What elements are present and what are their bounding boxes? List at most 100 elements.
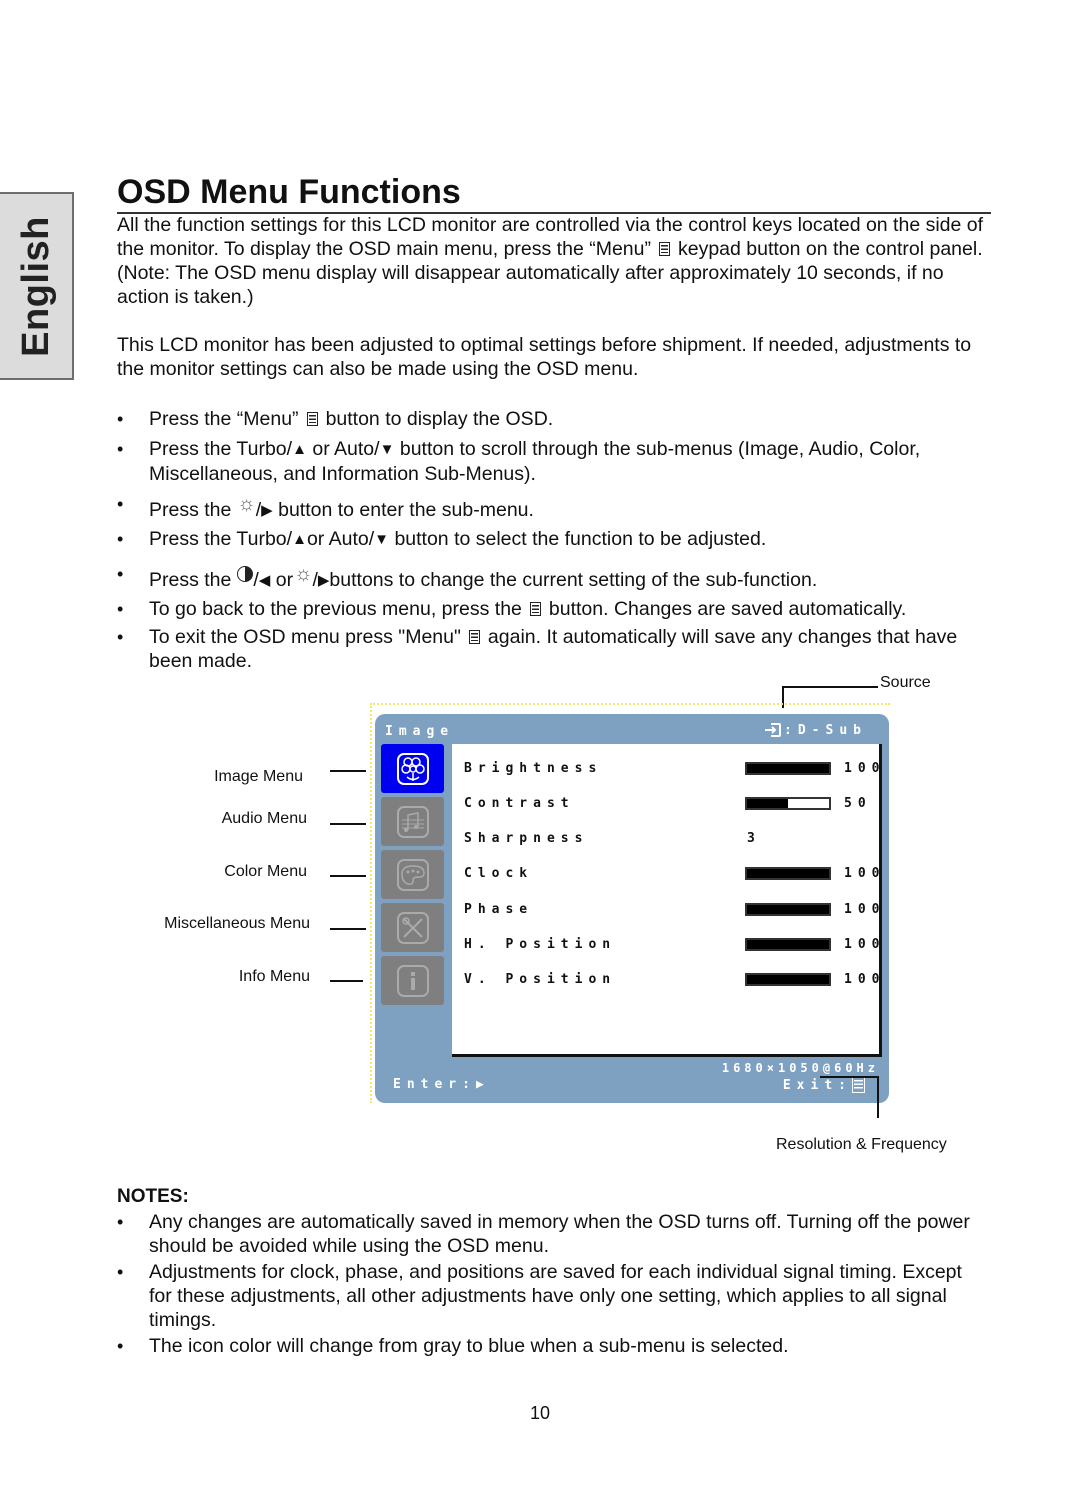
- setting-value: 100: [844, 937, 886, 952]
- setting-name: Brightness: [464, 760, 603, 776]
- list-item: To exit the OSD menu press "Menu"again. …: [117, 625, 997, 673]
- intro-paragraph: All the function settings for this LCD m…: [117, 213, 987, 309]
- up-arrow-icon: ▲: [292, 441, 307, 458]
- down-arrow-icon: ▼: [379, 441, 395, 458]
- page-number: 10: [529, 1403, 551, 1423]
- slider-fill: [747, 798, 788, 808]
- osd-menu: Image :D-Sub Brightness 100 Contrast 50 …: [375, 714, 889, 1103]
- setting-slider[interactable]: [745, 796, 831, 810]
- enter-arrow-icon: ▶: [475, 1077, 484, 1092]
- setting-slider[interactable]: [745, 902, 831, 916]
- image-menu-callout: Image Menu: [214, 768, 303, 785]
- setting-value: 100: [844, 866, 886, 882]
- notes-heading: NOTES:: [117, 1186, 189, 1207]
- image-menu-icon: [396, 752, 429, 785]
- setting-name: H. Position: [464, 937, 617, 952]
- list-item: Press the Turbo/▲ or Auto/▼ button to sc…: [117, 437, 997, 486]
- list-item: Press the Turbo/▲or Auto/▼ button to sel…: [117, 527, 997, 552]
- right-arrow-icon: ▶: [317, 572, 330, 589]
- callout-line: [330, 928, 366, 930]
- callout-line: [330, 875, 366, 877]
- setting-slider[interactable]: [745, 938, 831, 951]
- notes-list: Any changes are automatically saved in m…: [117, 1210, 987, 1360]
- contrast-half-circle-icon: [237, 566, 254, 582]
- osd-settings-panel: Brightness 100 Contrast 50 Sharpness 3 Clock 10…: [452, 744, 882, 1057]
- info-menu-button[interactable]: [381, 956, 444, 1005]
- slider-fill: [747, 869, 829, 879]
- misc-menu-button[interactable]: [381, 903, 444, 952]
- left-arrow-icon: ◀: [258, 572, 271, 589]
- audio-menu-button[interactable]: [381, 797, 444, 846]
- color-menu-icon: [396, 858, 429, 891]
- setting-slider[interactable]: [745, 761, 831, 775]
- menu-button-icon: [529, 602, 541, 616]
- setting-value: 100: [844, 760, 886, 776]
- osd-setting-row[interactable]: H. Position 100: [464, 935, 879, 955]
- language-label: English: [14, 215, 57, 357]
- brightness-sun-icon: ☼: [294, 563, 313, 585]
- osd-setting-row[interactable]: V. Position 100: [464, 970, 879, 990]
- osd-header-title: Image: [385, 724, 455, 739]
- misc-menu-icon: [396, 911, 429, 944]
- source-callout-line: [782, 686, 878, 688]
- setting-value: 100: [844, 901, 886, 917]
- setting-value: 100: [844, 972, 886, 988]
- list-item: To go back to the previous menu, press t…: [117, 597, 997, 621]
- slider-fill: [747, 975, 829, 985]
- list-item: Press the☼/▶ button to enter the sub-men…: [117, 492, 997, 523]
- up-arrow-icon: ▲: [292, 531, 307, 548]
- osd-setting-row[interactable]: Brightness 100: [464, 758, 879, 778]
- callout-line: [330, 980, 363, 982]
- instruction-list: Press the “Menu”button to display the OS…: [117, 407, 997, 677]
- setting-slider[interactable]: [745, 867, 831, 881]
- slider-fill: [747, 763, 829, 773]
- page-title: OSD Menu Functions: [117, 172, 991, 214]
- menu-button-icon: [306, 412, 318, 426]
- osd-setting-row[interactable]: Clock 100: [464, 864, 879, 884]
- info-menu-icon: [396, 964, 429, 997]
- enter-hint: Enter:▶: [393, 1077, 484, 1092]
- setting-name: Sharpness: [464, 831, 589, 847]
- right-arrow-icon: ▶: [261, 502, 273, 519]
- audio-menu-callout: Audio Menu: [221, 810, 307, 827]
- callout-line: [330, 823, 366, 825]
- exit-hint: Exit:: [783, 1077, 865, 1093]
- menu-button-icon: [468, 630, 480, 644]
- color-menu-callout: Color Menu: [224, 863, 307, 880]
- resolution-frequency: 1680×1050@60Hz: [721, 1061, 879, 1075]
- setting-value: 3: [747, 831, 761, 847]
- callout-line: [330, 770, 366, 772]
- source-callout-label: Source: [880, 674, 931, 691]
- source-value: :D-Sub: [784, 722, 867, 738]
- osd-setting-row[interactable]: Phase 100: [464, 899, 879, 919]
- setting-name: V. Position: [464, 972, 617, 988]
- slider-fill: [747, 940, 829, 949]
- setting-name: Phase: [464, 901, 534, 917]
- down-arrow-icon: ▼: [374, 531, 390, 548]
- input-source-icon: [765, 723, 782, 737]
- setting-slider[interactable]: [745, 973, 831, 987]
- setting-name: Contrast: [464, 795, 575, 811]
- source-callout-line: [782, 686, 784, 708]
- adjustment-paragraph: This LCD monitor has been adjusted to op…: [117, 334, 972, 380]
- osd-setting-row[interactable]: Contrast 50: [464, 793, 869, 813]
- audio-menu-icon: [396, 805, 429, 838]
- exit-menu-icon: [852, 1077, 865, 1093]
- note-item: The icon color will change from gray to …: [117, 1334, 987, 1358]
- misc-menu-callout: Miscellaneous Menu: [164, 915, 310, 932]
- resolution-callout-line: [820, 1076, 878, 1078]
- resolution-callout-line: [877, 1076, 879, 1118]
- image-menu-button[interactable]: [381, 744, 444, 793]
- slider-fill: [747, 904, 829, 914]
- brightness-sun-icon: ☼: [237, 493, 256, 515]
- note-item: Any changes are automatically saved in m…: [117, 1210, 987, 1258]
- osd-setting-row[interactable]: Sharpness 3: [464, 829, 869, 849]
- list-item: Press the “Menu”button to display the OS…: [117, 407, 997, 431]
- language-tab: English: [0, 192, 74, 380]
- color-menu-button[interactable]: [381, 850, 444, 899]
- menu-button-icon: [658, 242, 670, 256]
- note-item: Adjustments for clock, phase, and positi…: [117, 1260, 987, 1332]
- resolution-callout-label: Resolution & Frequency: [776, 1136, 947, 1153]
- osd-source: :D-Sub: [764, 722, 867, 738]
- info-menu-callout: Info Menu: [238, 968, 310, 985]
